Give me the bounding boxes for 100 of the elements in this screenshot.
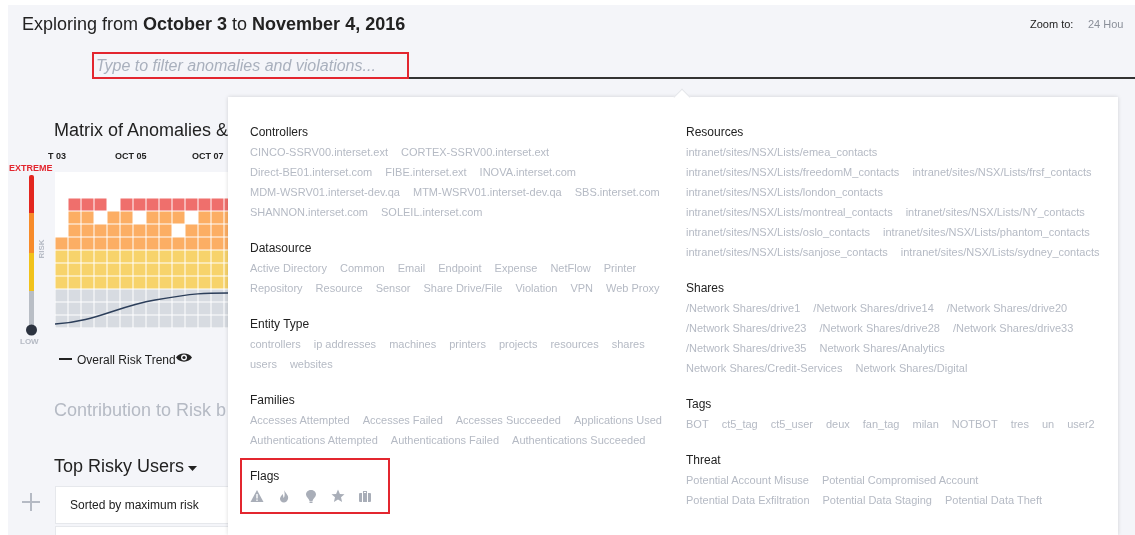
filter-option[interactable]: /Network Shares/drive28 (819, 318, 940, 338)
category-heading: Flags (250, 468, 281, 485)
filter-option[interactable]: ct5_user (770, 414, 813, 434)
page-title: Exploring from October 3 to November 4, 2016 (22, 13, 406, 36)
filter-option[interactable]: Potential Data Staging (822, 490, 932, 510)
filter-option[interactable]: MDM-WSRV01.interset-dev.qa (250, 182, 400, 202)
filter-option[interactable]: intranet/sites/NSX/Lists/london_contacts (686, 182, 883, 202)
filter-option[interactable]: websites (289, 354, 333, 374)
filter-option[interactable]: Accesses Attempted (250, 410, 350, 430)
filter-option[interactable]: tres (1010, 414, 1029, 434)
filter-option[interactable]: resources (550, 334, 599, 354)
plus-icon[interactable] (22, 493, 40, 511)
filter-option[interactable]: Repository (250, 278, 303, 298)
filter-option[interactable]: Printer (603, 258, 637, 278)
warning-icon[interactable] (250, 489, 264, 503)
filter-option[interactable]: Email (397, 258, 426, 278)
date-label: T 03 (48, 150, 66, 163)
scale-label: LOW (20, 336, 39, 348)
filter-option[interactable]: intranet/sites/NSX/Lists/emea_contacts (686, 142, 878, 162)
filter-option[interactable]: /Network Shares/drive14 (813, 298, 934, 318)
filter-option[interactable]: Endpoint (438, 258, 482, 278)
filter-option[interactable]: Accesses Failed (362, 410, 443, 430)
zoom-option[interactable]: 24 Hou (1088, 16, 1124, 33)
filter-option[interactable]: /Network Shares/drive1 (686, 298, 801, 318)
filter-option[interactable]: user2 (1067, 414, 1095, 434)
filter-option[interactable]: SOLEIL.interset.com (381, 202, 483, 222)
filter-option[interactable]: ct5_tag (721, 414, 758, 434)
filter-option[interactable]: intranet/sites/NSX/Lists/NY_contacts (905, 202, 1085, 222)
filter-option[interactable]: MTM-WSRV01.interset-dev.qa (413, 182, 562, 202)
filter-option[interactable]: /Network Shares/drive20 (946, 298, 1068, 318)
filter-option[interactable]: Expense (494, 258, 538, 278)
section-title: Matrix of Anomalies & (54, 119, 229, 142)
filter-option[interactable]: /Network Shares/drive23 (686, 318, 807, 338)
legend-label: Overall Risk Trend (77, 352, 176, 369)
flame-icon[interactable] (277, 489, 291, 503)
filter-option[interactable]: SBS.interset.com (574, 182, 660, 202)
filter-option[interactable]: Potential Data Exfiltration (686, 490, 810, 510)
filter-option[interactable]: milan (912, 414, 939, 434)
filter-option[interactable]: un (1041, 414, 1055, 434)
filter-option[interactable]: printers (449, 334, 486, 354)
filter-option[interactable]: Direct-BE01.interset.com (250, 162, 373, 182)
filter-option[interactable]: CORTEX-SSRV00.interset.ext (400, 142, 550, 162)
filter-option[interactable]: intranet/sites/NSX/Lists/oslo_contacts (686, 222, 871, 242)
filter-option[interactable]: INOVA.interset.com (479, 162, 576, 182)
filter-option[interactable]: Authentications Succeeded (512, 430, 646, 450)
caret-icon[interactable] (188, 466, 197, 471)
filter-option[interactable]: Potential Data Theft (945, 490, 1042, 510)
filter-option[interactable]: Authentications Failed (390, 430, 500, 450)
filter-option[interactable]: NOTBOT (951, 414, 998, 434)
filter-option[interactable]: Violation (515, 278, 558, 298)
filter-option[interactable]: /Network Shares/drive35 (686, 338, 807, 358)
filter-option[interactable]: Network Shares/Credit-Services (686, 358, 843, 378)
filter-option[interactable]: CINCO-SSRV00.interset.ext (250, 142, 388, 162)
filter-option[interactable]: Authentications Attempted (250, 430, 378, 450)
date-label: OCT 05 (115, 150, 147, 163)
category-heading: Tags (686, 396, 713, 413)
eye-icon[interactable] (176, 352, 192, 363)
filter-option[interactable]: Network Shares/Analytics (819, 338, 945, 358)
briefcase-icon[interactable] (358, 489, 372, 503)
category-heading: Entity Type (250, 316, 311, 333)
filter-option[interactable]: Share Drive/File (423, 278, 503, 298)
filter-option[interactable]: Accesses Succeeded (455, 410, 561, 430)
filter-option[interactable]: VPN (570, 278, 593, 298)
filter-option[interactable]: projects (498, 334, 538, 354)
filter-option[interactable]: deux (825, 414, 850, 434)
filter-field[interactable]: Type to filter anomalies and violations... (92, 55, 1135, 79)
category-heading: Shares (686, 280, 726, 297)
filter-option[interactable]: fan_tag (862, 414, 900, 434)
filter-option[interactable]: machines (389, 334, 437, 354)
filter-option[interactable]: Potential Compromised Account (821, 470, 979, 490)
bulb-icon[interactable] (304, 489, 318, 503)
filter-option[interactable]: FIBE.interset.ext (385, 162, 467, 182)
filter-option[interactable]: Web Proxy (606, 278, 660, 298)
filter-option[interactable]: /Network Shares/drive33 (952, 318, 1074, 338)
filter-option[interactable]: SHANNON.interset.com (250, 202, 368, 222)
filter-option[interactable]: NetFlow (550, 258, 591, 278)
filter-option[interactable]: ip addresses (313, 334, 377, 354)
filter-option[interactable]: intranet/sites/NSX/Lists/phantom_contacts (883, 222, 1090, 242)
filter-option[interactable]: Network Shares/Digital (855, 358, 968, 378)
filter-option[interactable]: controllers (250, 334, 301, 354)
star-icon[interactable] (331, 489, 345, 503)
section-title: Contribution to Risk b (54, 399, 227, 422)
filter-option[interactable]: Resource (315, 278, 363, 298)
filter-option[interactable]: shares (611, 334, 645, 354)
category-heading: Families (250, 392, 296, 409)
section-title[interactable]: Top Risky Users (54, 453, 185, 480)
filter-option[interactable]: intranet/sites/NSX/Lists/frsf_contacts (912, 162, 1092, 182)
filter-option[interactable]: intranet/sites/NSX/Lists/freedomM_contacts (686, 162, 900, 182)
filter-option[interactable]: Sensor (375, 278, 411, 298)
filter-option[interactable]: intranet/sites/NSX/Lists/sanjose_contacts (686, 242, 888, 262)
filter-option[interactable]: users (250, 354, 277, 374)
filter-option[interactable]: Common (340, 258, 385, 278)
zoom-label: Zoom to: (1030, 17, 1074, 32)
filter-option[interactable]: Active Directory (250, 258, 328, 278)
filter-option[interactable]: Potential Account Misuse (686, 470, 809, 490)
filter-option[interactable]: intranet/sites/NSX/Lists/sydney_contacts (900, 242, 1100, 262)
filter-option[interactable]: Applications Used (573, 410, 662, 430)
date-label: OCT 07 (192, 150, 224, 163)
filter-option[interactable]: BOT (686, 414, 709, 434)
filter-option[interactable]: intranet/sites/NSX/Lists/montreal_contacts (686, 202, 893, 222)
